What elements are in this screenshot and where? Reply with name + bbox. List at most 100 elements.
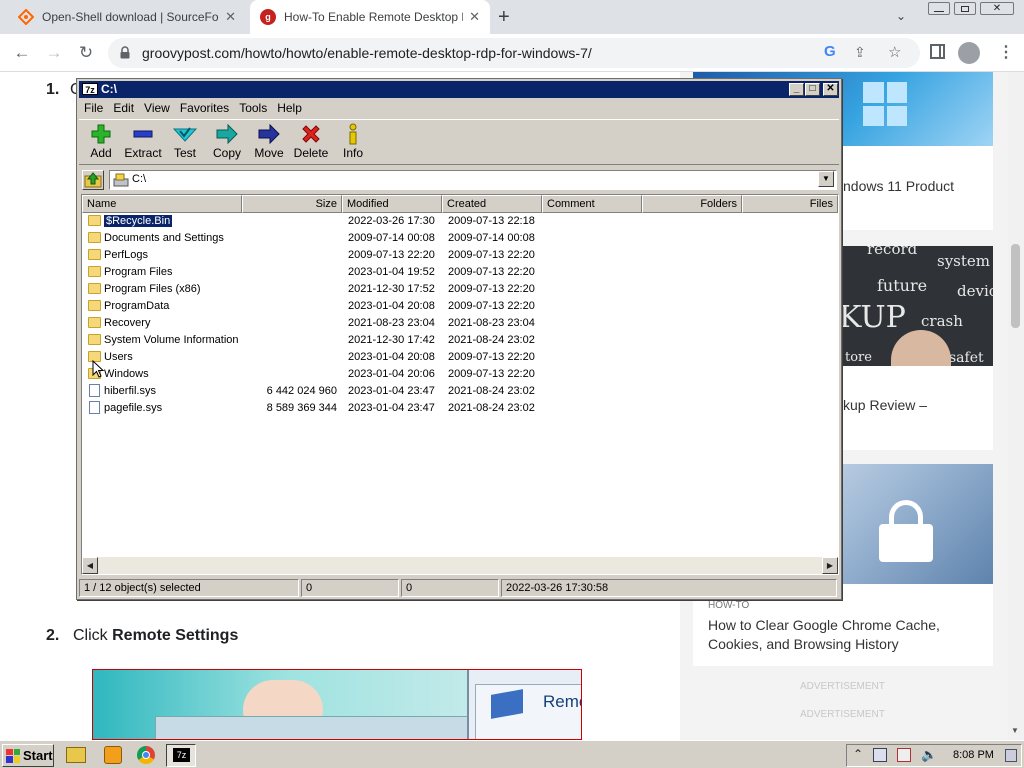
start-button[interactable]: Start bbox=[2, 744, 54, 767]
reload-icon[interactable]: ↻ bbox=[74, 42, 98, 64]
file-row[interactable]: $Recycle.Bin 2022-03-26 17:30 2009-07-13 2… bbox=[86, 213, 556, 230]
lock-icon[interactable] bbox=[120, 46, 130, 59]
step-number: 2. bbox=[46, 627, 60, 644]
sevenzip-taskbar-button[interactable]: 7z bbox=[166, 744, 196, 767]
file-row[interactable]: Documents and Settings 2009-07-14 00:08 20… bbox=[86, 230, 556, 247]
up-folder-button[interactable] bbox=[82, 170, 104, 190]
chalk-word: devic bbox=[957, 282, 993, 300]
dropdown-arrow-icon[interactable]: ▼ bbox=[818, 171, 834, 187]
file-name: PerfLogs bbox=[104, 249, 149, 261]
file-row[interactable]: Users 2023-01-04 20:08 2009-07-13 22:20 bbox=[86, 349, 556, 366]
file-row[interactable]: System Volume Information 2021-12-30 17:4… bbox=[86, 332, 556, 349]
menu-file[interactable]: File bbox=[79, 101, 108, 115]
menu-tools[interactable]: Tools bbox=[234, 101, 272, 115]
chrome-icon[interactable] bbox=[137, 746, 155, 764]
bookmark-star-icon[interactable]: ☆ bbox=[888, 43, 901, 61]
close-icon[interactable]: ✕ bbox=[823, 83, 838, 96]
delete-x-icon bbox=[302, 125, 320, 143]
minimize-icon[interactable] bbox=[928, 2, 950, 15]
browser-toolbar: ← → ↻ groovypost.com/howto/howto/enable-… bbox=[0, 34, 1024, 72]
forward-icon[interactable]: → bbox=[42, 42, 66, 64]
delete-button[interactable]: Delete bbox=[290, 122, 332, 166]
page-scrollbar[interactable]: ▼ bbox=[1008, 72, 1024, 740]
column-header-folders[interactable]: Folders bbox=[642, 195, 742, 213]
close-tab-icon[interactable]: ✕ bbox=[225, 9, 236, 25]
menu-favorites[interactable]: Favorites bbox=[175, 101, 234, 115]
file-row[interactable]: hiberfil.sys 6 442 024 960 2023-01-04 23:4… bbox=[86, 383, 556, 400]
file-row[interactable]: pagefile.sys 8 589 369 344 2023-01-04 23:4… bbox=[86, 400, 556, 417]
column-header-size[interactable]: Size bbox=[242, 195, 342, 213]
chevron-down-icon[interactable]: ⌄ bbox=[896, 9, 906, 23]
column-header-comment[interactable]: Comment bbox=[542, 195, 642, 213]
file-list[interactable]: Name Size Modified Created Comment Folde… bbox=[81, 194, 839, 575]
column-header-files[interactable]: Files bbox=[742, 195, 838, 213]
drive-icon bbox=[113, 173, 129, 187]
move-button[interactable]: Move bbox=[248, 122, 290, 166]
minimize-icon[interactable]: _ bbox=[789, 83, 804, 96]
scroll-down-icon[interactable]: ▼ bbox=[1011, 726, 1019, 735]
step2-bold: Remote Settings bbox=[112, 627, 239, 644]
copy-label: Copy bbox=[212, 146, 241, 160]
tab-sourceforge[interactable]: Open-Shell download | SourceForge ✕ bbox=[8, 0, 246, 34]
scroll-left-icon[interactable]: ◀ bbox=[82, 557, 98, 574]
test-button[interactable]: Test bbox=[164, 122, 206, 166]
scroll-right-icon[interactable]: ▶ bbox=[822, 557, 838, 574]
card-title-fragment: kup Review – bbox=[843, 397, 928, 413]
file-row[interactable]: Program Files (x86) 2021-12-30 17:52 2009-… bbox=[86, 281, 556, 298]
file-modified: 2022-03-26 17:30 bbox=[348, 215, 435, 227]
file-row[interactable]: Program Files 2023-01-04 19:52 2009-07-13 … bbox=[86, 264, 556, 281]
share-icon[interactable]: ⇪ bbox=[854, 44, 866, 61]
column-header-created[interactable]: Created bbox=[442, 195, 542, 213]
window-titlebar[interactable]: 7z C:\ _ □ ✕ bbox=[79, 81, 839, 98]
address-bar[interactable]: groovypost.com/howto/howto/enable-remote… bbox=[108, 38, 920, 68]
close-tab-icon[interactable]: ✕ bbox=[469, 9, 480, 25]
file-created: 2021-08-24 23:02 bbox=[448, 385, 535, 397]
minus-icon bbox=[133, 130, 153, 138]
path-combobox[interactable]: C:\ ▼ bbox=[109, 170, 837, 190]
info-button[interactable]: Info bbox=[332, 122, 374, 166]
network-icon[interactable] bbox=[873, 748, 887, 762]
add-label: Add bbox=[90, 146, 112, 160]
file-row[interactable]: Recovery 2021-08-23 23:04 2021-08-23 23:04 bbox=[86, 315, 556, 332]
column-header-modified[interactable]: Modified bbox=[342, 195, 442, 213]
maximize-icon[interactable]: □ bbox=[805, 83, 820, 96]
menu-view[interactable]: View bbox=[139, 101, 175, 115]
window-title: C:\ bbox=[101, 82, 117, 96]
tab-groovypost[interactable]: g How-To Enable Remote Desktop RDP ✕ bbox=[250, 0, 490, 34]
file-name: pagefile.sys bbox=[104, 402, 163, 414]
file-icon bbox=[89, 384, 100, 397]
explorer-icon[interactable] bbox=[66, 747, 86, 763]
system-tray: ⌃ 🔈 8:08 PM bbox=[846, 744, 1022, 767]
restore-icon[interactable] bbox=[954, 2, 976, 15]
action-center-icon[interactable] bbox=[897, 748, 911, 762]
delete-label: Delete bbox=[293, 146, 329, 160]
add-button[interactable]: Add bbox=[80, 122, 122, 166]
step2-text: Click Remote Settings bbox=[73, 627, 238, 645]
back-icon[interactable]: ← bbox=[10, 42, 34, 64]
extract-button[interactable]: Extract bbox=[122, 122, 164, 166]
taskbar: Start 7z ⌃ 🔈 8:08 PM bbox=[0, 740, 1024, 768]
file-created: 2021-08-23 23:04 bbox=[448, 317, 535, 329]
show-desktop-icon[interactable] bbox=[1005, 749, 1017, 762]
chalk-word: tore bbox=[845, 350, 872, 365]
profile-avatar[interactable] bbox=[958, 42, 980, 64]
file-row[interactable]: PerfLogs 2009-07-13 22:20 2009-07-13 22:20 bbox=[86, 247, 556, 264]
clock[interactable]: 8:08 PM bbox=[953, 749, 994, 761]
new-tab-icon[interactable]: + bbox=[498, 6, 510, 29]
media-player-icon[interactable] bbox=[104, 746, 122, 764]
close-window-icon[interactable]: ✕ bbox=[980, 2, 1014, 15]
file-row[interactable]: Windows 2023-01-04 20:06 2009-07-13 22:20 bbox=[86, 366, 556, 383]
card-title-link[interactable]: How to Clear Google Chrome Cache, Cookie… bbox=[708, 616, 978, 654]
column-header-name[interactable]: Name bbox=[82, 195, 242, 213]
scrollbar-thumb[interactable] bbox=[1011, 244, 1020, 328]
more-menu-icon[interactable]: ⋮ bbox=[998, 42, 1014, 62]
menu-edit[interactable]: Edit bbox=[108, 101, 139, 115]
copy-button[interactable]: Copy bbox=[206, 122, 248, 166]
horizontal-scrollbar[interactable]: ◀ ▶ bbox=[82, 557, 838, 574]
google-lens-icon[interactable]: G bbox=[824, 43, 836, 60]
menu-help[interactable]: Help bbox=[272, 101, 307, 115]
tray-expand-icon[interactable]: ⌃ bbox=[853, 747, 863, 761]
side-panel-icon[interactable] bbox=[930, 44, 945, 59]
volume-icon[interactable]: 🔈 bbox=[921, 747, 937, 763]
file-row[interactable]: ProgramData 2023-01-04 20:08 2009-07-13 22… bbox=[86, 298, 556, 315]
